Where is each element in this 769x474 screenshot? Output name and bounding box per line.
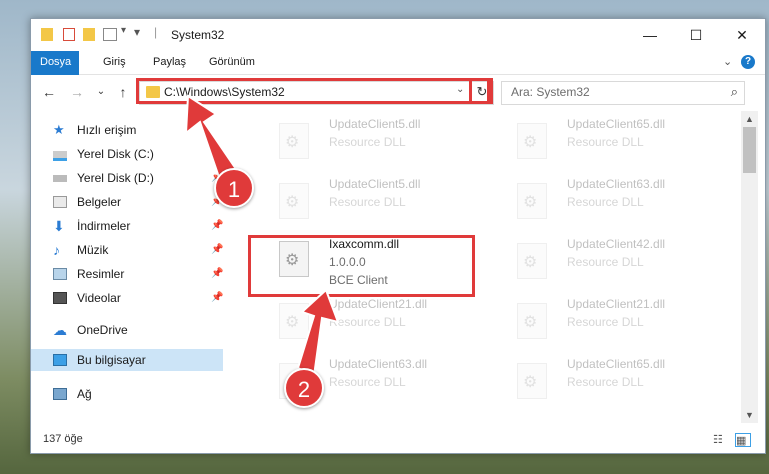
step-badge-2: 2 [284, 368, 324, 408]
annotation-arrows [184, 94, 340, 378]
arrow-to-file [296, 288, 340, 378]
step-badge-1: 1 [214, 168, 254, 208]
